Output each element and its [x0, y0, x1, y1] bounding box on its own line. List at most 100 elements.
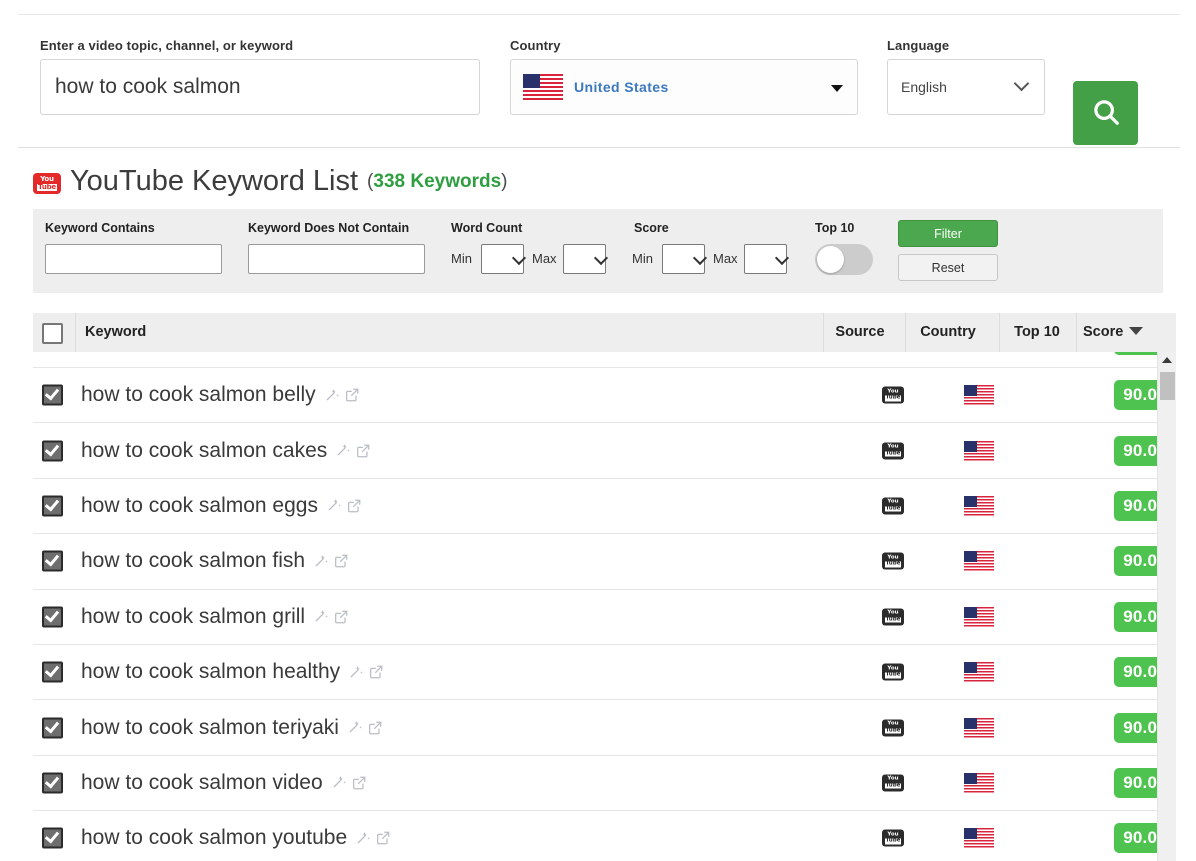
sort-descending-icon — [1129, 327, 1144, 336]
row-checkbox[interactable] — [42, 550, 63, 572]
top10-toggle[interactable] — [815, 244, 873, 275]
source-cell: You Tube — [859, 442, 927, 460]
table-row[interactable]: how to cook salmon eggs You Tube 90.04 — [33, 478, 1176, 535]
external-link-icon[interactable] — [375, 830, 391, 846]
us-flag-icon — [964, 440, 994, 461]
word-count-min-select[interactable] — [481, 244, 524, 274]
external-link-icon[interactable] — [368, 664, 384, 680]
keyword-not-contains-input[interactable] — [248, 244, 425, 274]
youtube-logo-icon: You Tube — [33, 173, 61, 194]
keyword-text: how to cook salmon fish — [81, 549, 306, 573]
keyword-text: how to cook salmon teriyaki — [81, 715, 339, 739]
youtube-icon: You Tube — [882, 497, 904, 515]
check-icon — [44, 607, 60, 623]
magic-wand-icon[interactable] — [312, 608, 329, 625]
check-icon — [44, 441, 60, 457]
scroll-up-icon[interactable] — [1162, 357, 1172, 363]
check-icon — [44, 828, 60, 844]
external-link-icon[interactable] — [333, 609, 349, 625]
row-checkbox[interactable] — [42, 495, 63, 517]
us-flag-icon — [964, 495, 994, 516]
youtube-icon: You Tube — [882, 608, 904, 626]
table-row[interactable]: how to cook salmon video You Tube 90.04 — [33, 755, 1176, 812]
language-field-group: Language English — [887, 38, 1045, 115]
country-select[interactable]: United States — [510, 59, 858, 115]
magic-wand-icon[interactable] — [347, 664, 364, 681]
youtube-icon: You Tube — [882, 386, 904, 404]
table-row[interactable]: how to cook salmon healthy You Tube 90.04 — [33, 644, 1176, 701]
column-header-keyword[interactable]: Keyword — [85, 313, 146, 352]
country-field-group: Country United States — [510, 38, 858, 115]
youtube-icon: You Tube — [882, 774, 904, 792]
magic-wand-icon[interactable] — [354, 830, 371, 847]
external-link-icon[interactable] — [346, 498, 362, 514]
search-button[interactable] — [1073, 81, 1138, 145]
table-row-partial: 90.04 — [33, 352, 1176, 368]
row-checkbox[interactable] — [42, 661, 63, 683]
row-checkbox[interactable] — [42, 827, 63, 849]
keyword-contains-input[interactable] — [45, 244, 222, 274]
source-cell: You Tube — [859, 774, 927, 792]
external-link-icon[interactable] — [367, 720, 383, 736]
table-row[interactable]: how to cook salmon youtube You Tube 90.04 — [33, 811, 1176, 861]
country-cell — [939, 385, 1019, 406]
country-cell — [939, 606, 1019, 627]
column-divider — [999, 313, 1000, 352]
source-cell: You Tube — [859, 663, 927, 681]
row-checkbox[interactable] — [42, 717, 63, 739]
keyword-not-contains-label: Keyword Does Not Contain — [248, 221, 410, 235]
table-row[interactable]: how to cook salmon cakes You Tube 90.04 — [33, 423, 1176, 479]
keyword-text: how to cook salmon eggs — [81, 493, 318, 517]
check-icon — [44, 717, 60, 734]
table-body: 90.04 how to cook salmon bellyYouTube90.… — [33, 352, 1176, 861]
column-divider — [823, 313, 824, 352]
row-checkbox[interactable] — [42, 772, 63, 794]
column-header-source[interactable]: Source — [826, 313, 894, 352]
top-divider — [18, 14, 1180, 15]
reset-button[interactable]: Reset — [898, 254, 998, 281]
check-icon — [44, 496, 60, 512]
chevron-down-icon — [831, 85, 843, 92]
word-count-max-label: Max — [532, 251, 557, 266]
magic-wand-icon[interactable] — [312, 553, 329, 570]
column-header-top10[interactable]: Top 10 — [1002, 313, 1072, 352]
table-row[interactable]: how to cook salmon belly You Tube 90.04 — [33, 368, 1176, 424]
external-link-icon[interactable] — [344, 387, 360, 403]
column-header-score[interactable]: Score — [1083, 313, 1144, 352]
select-all-checkbox[interactable] — [42, 323, 63, 344]
external-link-icon[interactable] — [333, 553, 349, 569]
row-checkbox[interactable] — [42, 384, 63, 406]
word-count-max-select[interactable] — [563, 244, 606, 274]
magic-wand-icon[interactable] — [330, 774, 347, 791]
table-row[interactable]: how to cook salmon teriyaki You Tube 90.04 — [33, 700, 1176, 756]
row-checkbox[interactable] — [42, 606, 63, 628]
scrollbar-thumb[interactable] — [1160, 372, 1175, 400]
search-input[interactable] — [40, 59, 480, 115]
column-header-country[interactable]: Country — [908, 313, 988, 352]
table-scrollbar[interactable] — [1157, 352, 1176, 861]
search-region: Enter a video topic, channel, or keyword… — [0, 20, 1196, 145]
magic-wand-icon[interactable] — [334, 442, 351, 459]
external-link-icon[interactable] — [355, 443, 371, 459]
table-header-row: Keyword Source Country Top 10 Score — [33, 313, 1176, 352]
keyword-text: how to cook salmon belly — [81, 383, 316, 407]
magic-wand-icon[interactable] — [346, 719, 363, 736]
keyword-text: how to cook salmon grill — [81, 604, 306, 628]
keyword-cell: how to cook salmon fish — [81, 549, 349, 573]
language-select[interactable]: English — [887, 59, 1045, 115]
country-cell — [939, 662, 1019, 683]
row-checkbox[interactable] — [42, 440, 63, 462]
source-cell: You Tube — [859, 552, 927, 570]
keyword-tool-page: Enter a video topic, channel, or keyword… — [0, 0, 1196, 861]
table-row[interactable]: how to cook salmon grill You Tube 90.04 — [33, 589, 1176, 645]
keyword-cell: how to cook salmon video — [81, 771, 367, 795]
filter-button[interactable]: Filter — [898, 220, 998, 247]
magic-wand-icon[interactable] — [325, 497, 342, 514]
score-min-select[interactable] — [662, 244, 705, 274]
score-max-select[interactable] — [744, 244, 787, 274]
magic-wand-icon[interactable] — [323, 387, 340, 404]
table-row[interactable]: how to cook salmon fish You Tube 90.04 — [33, 534, 1176, 590]
page-title-text: YouTube Keyword List — [70, 165, 359, 197]
us-flag-icon — [964, 606, 994, 627]
external-link-icon[interactable] — [351, 775, 367, 791]
